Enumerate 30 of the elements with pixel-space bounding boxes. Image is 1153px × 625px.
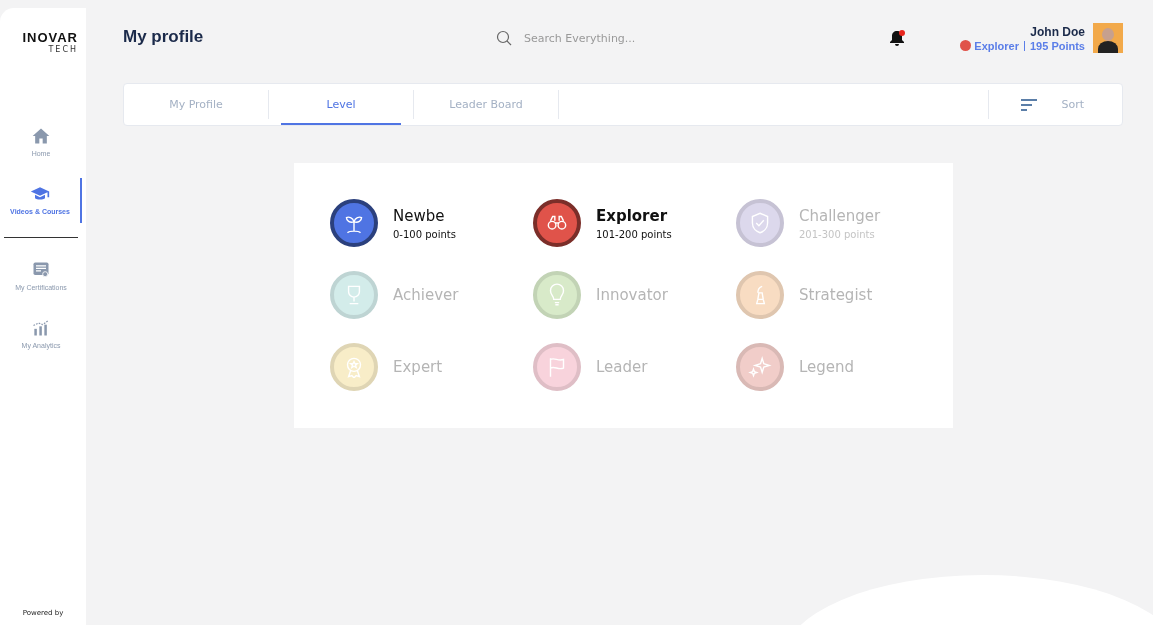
level-points-range: 101-200 points — [596, 228, 672, 240]
level-name: Newbe — [393, 206, 446, 225]
tab[interactable]: Level — [281, 84, 401, 125]
level-name: Challenger — [799, 206, 881, 225]
level-name: Innovator — [596, 286, 668, 304]
logo-subtitle: TECH — [48, 45, 78, 54]
tab[interactable]: My Profile — [136, 84, 256, 125]
user-points: 195 Points — [1029, 39, 1085, 52]
level-name: Explorer — [596, 206, 669, 225]
level-name: Expert — [393, 358, 443, 376]
tab[interactable]: Leader Board — [426, 84, 546, 125]
sort-button[interactable]: Sort — [988, 90, 1122, 119]
logo-text: INOVAR — [22, 30, 78, 45]
sort-icon — [1021, 98, 1038, 111]
home-icon — [31, 126, 51, 146]
level-name: Leader — [596, 358, 648, 376]
page-title: My profile — [123, 27, 205, 48]
level-name: Strategist — [799, 286, 873, 304]
user-name: John Doe — [1030, 24, 1085, 39]
level-name: Legend — [799, 358, 855, 376]
analytics-icon — [31, 318, 51, 339]
level-points-range: 201-300 points — [799, 228, 876, 240]
level-name: Achiever — [393, 286, 459, 304]
user-level: Explorer — [974, 39, 1019, 52]
search-icon — [496, 30, 512, 46]
avatar-placeholder[interactable] — [1093, 23, 1123, 53]
notification-bell-icon[interactable] — [888, 29, 906, 47]
level-points-range: 0-100 points — [393, 228, 456, 240]
level-badge-icon — [960, 40, 972, 51]
search-field[interactable]: Search Everything... — [522, 30, 726, 46]
